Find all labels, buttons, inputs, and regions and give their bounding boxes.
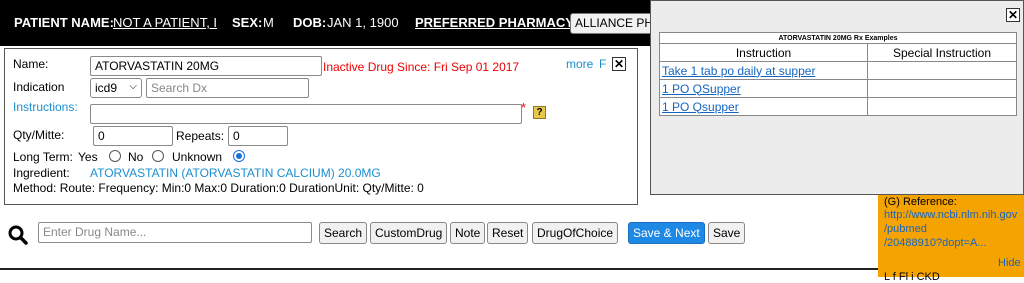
dx-code-select[interactable]: icd9 ⌵ xyxy=(90,78,142,98)
instruction-column-header: Instruction xyxy=(659,43,868,62)
custom-drug-button[interactable]: CustomDrug xyxy=(370,222,448,244)
reference-side-panel: (G) Reference: http://www.ncbi.nlm.nih.g… xyxy=(878,195,1024,283)
search-button[interactable]: Search xyxy=(319,222,368,244)
close-rx-icon[interactable]: ✕ xyxy=(612,57,626,71)
preferred-pharmacy-label[interactable]: PREFERRED PHARMACY: xyxy=(415,15,577,30)
dx-code-value: icd9 xyxy=(95,81,118,95)
indication-label: Indication xyxy=(13,80,65,94)
long-term-yes-radio[interactable] xyxy=(109,150,121,162)
long-term-unknown-label: Unknown xyxy=(172,150,223,164)
special-instruction-cell xyxy=(867,97,1017,116)
save-button[interactable]: Save xyxy=(708,222,746,244)
inactive-drug-notice: Inactive Drug Since: Fri Sep 01 2017 xyxy=(323,60,520,74)
special-instruction-cell xyxy=(867,79,1017,98)
method-line: Method: Route: Frequency: Min:0 Max:0 Du… xyxy=(13,181,424,195)
divider xyxy=(0,268,878,270)
reference-link-line-1[interactable]: http://www.ncbi.nlm.nih.gov xyxy=(884,209,1017,221)
dx-search-input[interactable]: Search Dx xyxy=(146,78,309,98)
reset-button[interactable]: Reset xyxy=(487,222,529,244)
rx-examples-caption: ATORVASTATIN 20MG Rx Examples xyxy=(659,32,1017,44)
sex-value: M xyxy=(263,15,274,30)
long-term-yes-label: Yes xyxy=(78,150,98,164)
qty-input[interactable]: 0 xyxy=(93,126,173,146)
drug-of-choice-button[interactable]: DrugOfChoice xyxy=(532,222,619,244)
save-and-next-button[interactable]: Save & Next xyxy=(628,222,705,244)
reference-link-line-2[interactable]: /pubmed xyxy=(884,223,927,235)
reference-link-line-3[interactable]: /20488910?dopt=A... xyxy=(884,237,986,249)
instructions-input[interactable] xyxy=(90,104,522,124)
more-link[interactable]: more xyxy=(566,57,593,71)
repeats-input[interactable]: 0 xyxy=(228,126,288,146)
special-instruction-cell xyxy=(867,61,1017,80)
dob-value: JAN 1, 1900 xyxy=(327,15,399,30)
patient-name-value[interactable]: NOT A PATIENT, I xyxy=(113,15,217,30)
patient-name-label: PATIENT NAME: xyxy=(14,15,114,30)
drug-name-field[interactable]: ATORVASTATIN 20MG xyxy=(90,56,322,76)
name-label: Name: xyxy=(13,57,49,71)
preferred-pharmacy-button[interactable]: ALLIANCE PH xyxy=(570,13,660,34)
special-instruction-column-header: Special Instruction xyxy=(867,43,1017,62)
example-instruction-link[interactable]: 1 PO Qsupper xyxy=(662,100,739,114)
example-instruction-link[interactable]: Take 1 tab po daily at supper xyxy=(662,64,815,78)
long-term-unknown-radio[interactable] xyxy=(233,150,245,162)
chevron-down-icon: ⌵ xyxy=(129,81,137,92)
table-row[interactable]: 1 PO Qsupper xyxy=(659,97,1017,116)
repeats-label: Repeats: xyxy=(176,129,225,143)
drug-name-search-input[interactable]: Enter Drug Name... xyxy=(38,222,312,243)
reference-label: (G) Reference: xyxy=(884,196,957,208)
long-term-no-radio[interactable] xyxy=(152,150,164,162)
close-popup-icon[interactable]: ✕ xyxy=(1006,8,1020,22)
note-button[interactable]: Note xyxy=(450,222,486,244)
instructions-label[interactable]: Instructions: xyxy=(13,100,78,114)
table-row[interactable]: 1 PO QSupper xyxy=(659,79,1017,98)
rx-examples-table: ATORVASTATIN 20MG Rx Examples Instructio… xyxy=(659,32,1017,116)
sex-label: SEX: xyxy=(232,15,263,30)
hide-link[interactable]: Hide xyxy=(998,257,1021,269)
long-term-no-label: No xyxy=(128,150,144,164)
table-row[interactable]: Take 1 tab po daily at supper xyxy=(659,61,1017,80)
f-link[interactable]: F xyxy=(599,57,606,71)
rx-examples-popup: ✕ ATORVASTATIN 20MG Rx Examples Instruct… xyxy=(650,0,1024,195)
long-term-label: Long Term: xyxy=(13,150,73,164)
ingredient-label: Ingredient: xyxy=(13,166,70,180)
qty-label: Qty/Mitte: xyxy=(13,128,65,142)
ingredient-value: ATORVASTATIN (ATORVASTATIN CALCIUM) 20.0… xyxy=(90,166,381,180)
dob-label: DOB: xyxy=(293,15,327,30)
help-icon[interactable]: ? xyxy=(533,106,546,119)
search-icon[interactable] xyxy=(8,225,28,245)
example-instruction-link[interactable]: 1 PO QSupper xyxy=(662,82,741,96)
prescription-panel: Name: ATORVASTATIN 20MG Inactive Drug Si… xyxy=(4,48,638,205)
required-mark: * xyxy=(521,100,527,115)
side-panel-bottom-text: L f Fl i CKD xyxy=(884,271,940,283)
